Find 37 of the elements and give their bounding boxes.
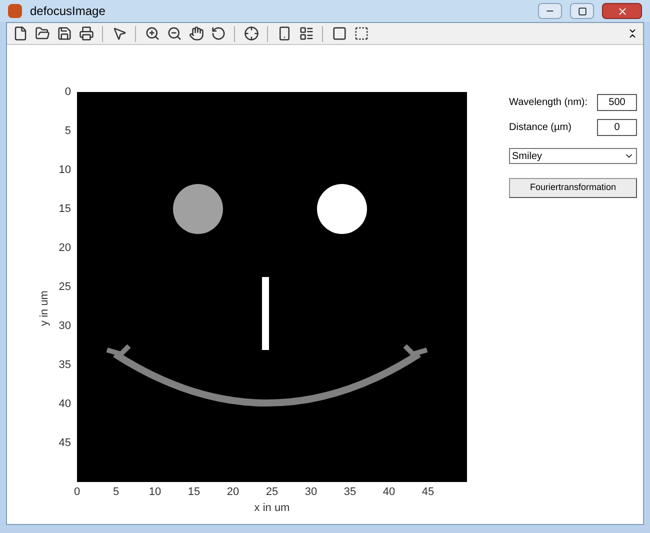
hand-icon[interactable]	[187, 24, 205, 42]
x-tick-label: 20	[226, 487, 240, 498]
fourier-transform-button[interactable]: Fouriertransformation	[509, 178, 637, 198]
x-tick-label: 35	[344, 487, 356, 498]
maximize-button[interactable]	[570, 3, 594, 19]
print-icon[interactable]	[77, 24, 95, 42]
distance-field[interactable]: 0	[597, 119, 637, 136]
x-tick-label: 40	[382, 487, 396, 498]
x-tick-label: 0	[74, 487, 80, 498]
x-tick-label: 25	[266, 487, 278, 498]
crosshair-icon[interactable]	[242, 24, 260, 42]
x-axis-label: x in um	[254, 501, 290, 516]
y-tick-label: 0	[64, 87, 71, 98]
close-icon	[616, 6, 628, 16]
x-tick-label: 5	[112, 487, 120, 498]
y-tick-label: 30	[58, 321, 71, 332]
y-axis-label: y in um	[38, 290, 52, 326]
x-tick-label: 10	[148, 487, 162, 498]
y-tick-label: 10	[58, 165, 71, 176]
y-tick-label: 40	[58, 399, 71, 410]
pattern-dropdown[interactable]: Smiley	[509, 148, 637, 164]
y-tick-label: 45	[58, 438, 71, 449]
y-tick-label: 15	[58, 204, 71, 215]
maximize-icon	[578, 6, 586, 16]
app-icon	[8, 4, 22, 18]
y-tick-label: 20	[58, 243, 71, 254]
distance-label: Distance (µm)	[509, 121, 572, 135]
y-tick-label: 35	[58, 360, 71, 371]
y-tick-label: 25	[58, 282, 71, 293]
x-tick-label: 45	[422, 487, 434, 498]
y-tick-label: 5	[64, 126, 71, 137]
wavelength-field[interactable]: 500	[597, 94, 637, 111]
window-title: defocusImage	[30, 3, 106, 20]
wavelength-label: Wavelength (nm):	[509, 96, 588, 110]
x-tick-label: 15	[188, 487, 200, 498]
x-tick-label: 30	[304, 487, 318, 498]
close-button[interactable]	[602, 3, 642, 19]
